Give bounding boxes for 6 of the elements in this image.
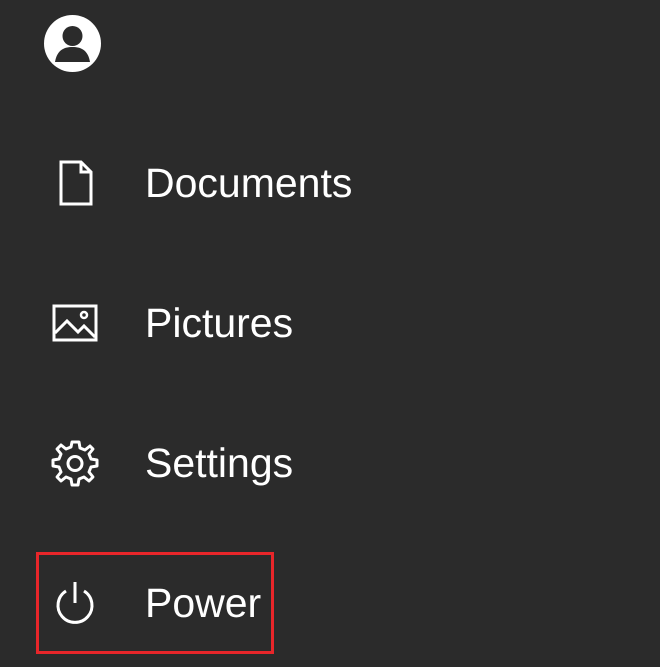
menu-item[interactable]: Documents <box>36 132 366 234</box>
user-avatar-icon[interactable] <box>44 15 101 72</box>
menu-item[interactable]: Pictures <box>36 272 306 374</box>
menu-item[interactable]: Settings <box>36 412 306 514</box>
settings-icon <box>51 439 99 487</box>
menu-item[interactable]: Power <box>36 552 274 654</box>
